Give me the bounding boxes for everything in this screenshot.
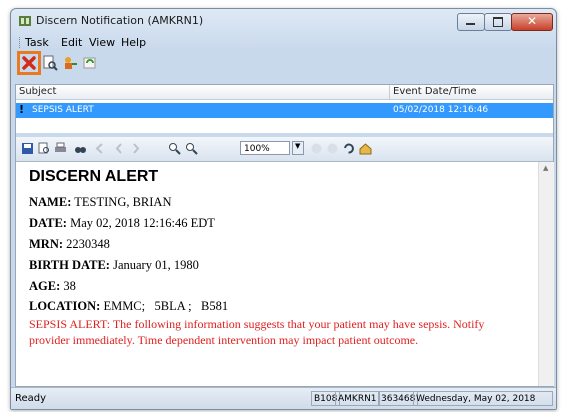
column-subject[interactable]: Subject [19,86,56,97]
sepsis-alert-text: SEPSIS ALERT: The following information … [29,317,485,347]
menu-grip [19,37,22,48]
vertical-scrollbar[interactable]: ▲ [538,162,554,386]
menu-edit[interactable]: Edit [61,36,82,49]
age-line: AGE: 38 [29,279,76,293]
birth-date-line: BIRTH DATE: January 01, 1980 [29,258,199,272]
content-pane: Subject Event Date/Time ! SEPSIS ALERT 0… [15,84,554,387]
menu-bar: Task Edit View Help [11,34,556,51]
row-subject: SEPSIS ALERT [32,105,94,115]
app-icon [19,16,31,26]
status-text: Ready [15,393,47,404]
menu-view[interactable]: View [89,36,115,49]
maximize-button[interactable] [484,13,512,31]
menu-help[interactable]: Help [121,36,146,49]
column-event-date[interactable]: Event Date/Time [393,86,477,97]
zoom-in-icon[interactable] [168,142,181,155]
highlight-box [17,51,41,75]
document-heading: DISCERN ALERT [29,168,159,185]
notification-window: Discern Notification (AMKRN1) ✕ Task Edi… [10,8,557,410]
viewer-toolbar: 100% ▼ [16,137,553,162]
mrn-line: MRN: 2230348 [29,237,110,251]
print-preview-icon[interactable] [42,55,58,71]
minimize-button[interactable] [457,13,485,31]
alert-document: DISCERN ALERT NAME: TESTING, BRIAN DATE:… [16,162,538,386]
status-bar: Ready B108 AMKRN1 363468 Wednesday, May … [11,387,556,409]
forward-nav-icon [327,143,338,154]
back-icon [311,143,322,154]
zoom-dropdown[interactable]: ▼ [292,141,304,155]
home-icon[interactable] [359,142,372,155]
print-preview-icon[interactable] [38,142,51,155]
chevron-down-icon: ▼ [295,142,301,150]
list-header: Subject Event Date/Time [16,85,553,100]
find-icon[interactable] [74,142,87,155]
window-title: Discern Notification (AMKRN1) [36,14,204,27]
menu-task[interactable]: Task [25,36,49,49]
forward-icon[interactable] [62,55,78,71]
first-page-icon [95,143,103,154]
date-line: DATE: May 02, 2018 12:16:46 EDT [29,216,215,230]
main-toolbar [11,52,556,78]
print-icon[interactable] [54,142,67,155]
name-line: NAME: TESTING, BRIAN [29,195,172,209]
refresh-icon[interactable] [342,142,355,155]
zoom-field[interactable]: 100% [240,141,290,155]
scroll-up-icon[interactable]: ▲ [543,164,548,172]
zoom-out-icon[interactable] [185,142,198,155]
status-panel-user: AMKRN1 [335,391,380,406]
location-line: LOCATION: EMMC; 5BLA ; B581 [29,299,229,313]
prev-page-icon [115,143,122,154]
priority-flag: ! [19,103,25,116]
status-panel-date: Wednesday, May 02, 2018 [413,391,553,406]
refresh-icon[interactable] [82,55,98,71]
next-page-icon [133,143,140,154]
close-button[interactable]: ✕ [511,13,553,31]
close-icon: ✕ [527,14,538,28]
table-row[interactable]: ! SEPSIS ALERT 05/02/2018 12:16:46 [16,103,553,118]
save-icon[interactable] [21,142,34,155]
row-datetime: 05/02/2018 12:16:46 [393,105,489,115]
title-bar[interactable]: Discern Notification (AMKRN1) ✕ [11,9,556,33]
